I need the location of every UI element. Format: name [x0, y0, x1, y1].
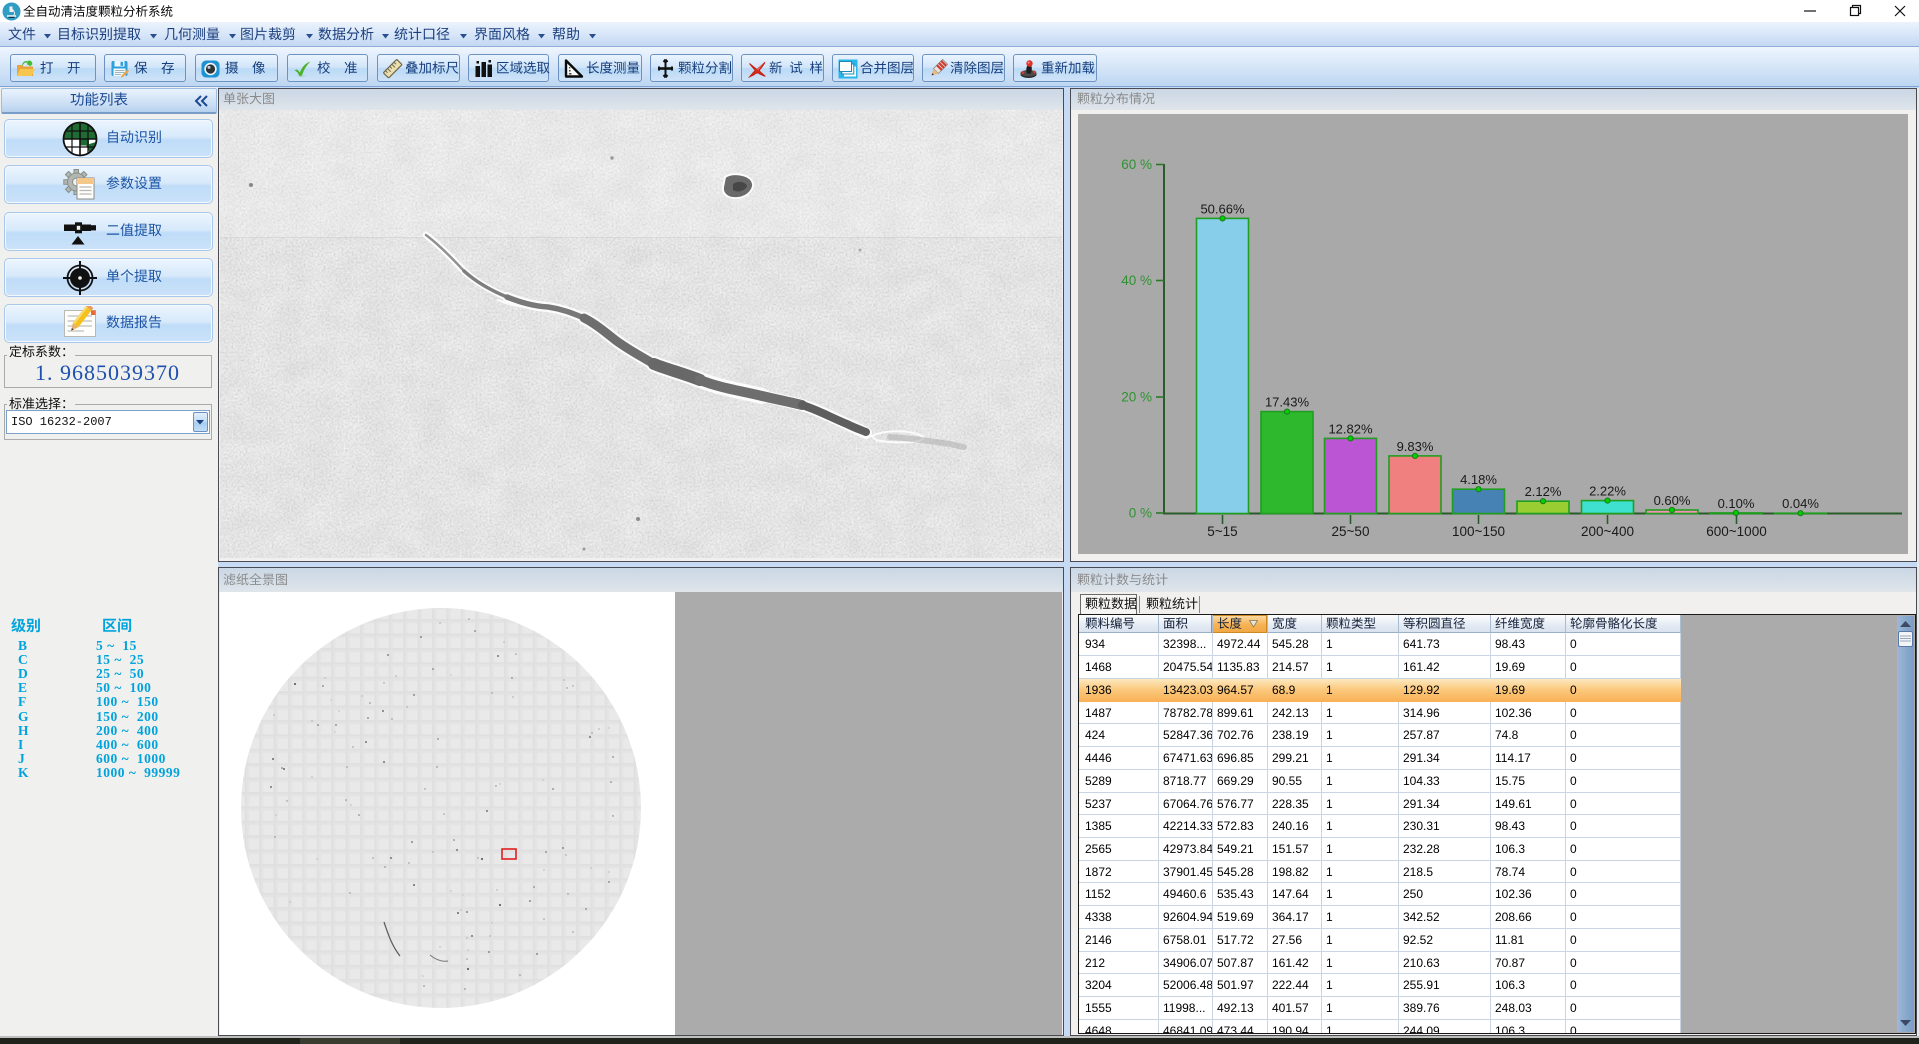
svg-text:40 %: 40 %: [1121, 273, 1152, 288]
svg-text:2.12%: 2.12%: [1525, 484, 1562, 499]
svg-text:600~1000: 600~1000: [1706, 524, 1766, 539]
svg-text:0 %: 0 %: [1129, 506, 1152, 521]
svg-text:20 %: 20 %: [1121, 390, 1152, 405]
svg-text:100~150: 100~150: [1452, 524, 1505, 539]
svg-text:2.22%: 2.22%: [1589, 484, 1626, 499]
svg-text:0.60%: 0.60%: [1654, 493, 1691, 508]
svg-text:200~400: 200~400: [1581, 524, 1634, 539]
svg-text:0.04%: 0.04%: [1782, 496, 1819, 511]
svg-text:17.43%: 17.43%: [1265, 395, 1310, 410]
svg-text:60 %: 60 %: [1121, 157, 1152, 172]
svg-text:50.66%: 50.66%: [1200, 201, 1245, 216]
svg-text:25~50: 25~50: [1332, 524, 1370, 539]
svg-text:4.18%: 4.18%: [1460, 472, 1497, 487]
svg-text:12.82%: 12.82%: [1328, 421, 1373, 436]
svg-text:9.83%: 9.83%: [1397, 439, 1434, 454]
svg-text:5~15: 5~15: [1207, 524, 1237, 539]
svg-text:0.10%: 0.10%: [1718, 496, 1755, 511]
